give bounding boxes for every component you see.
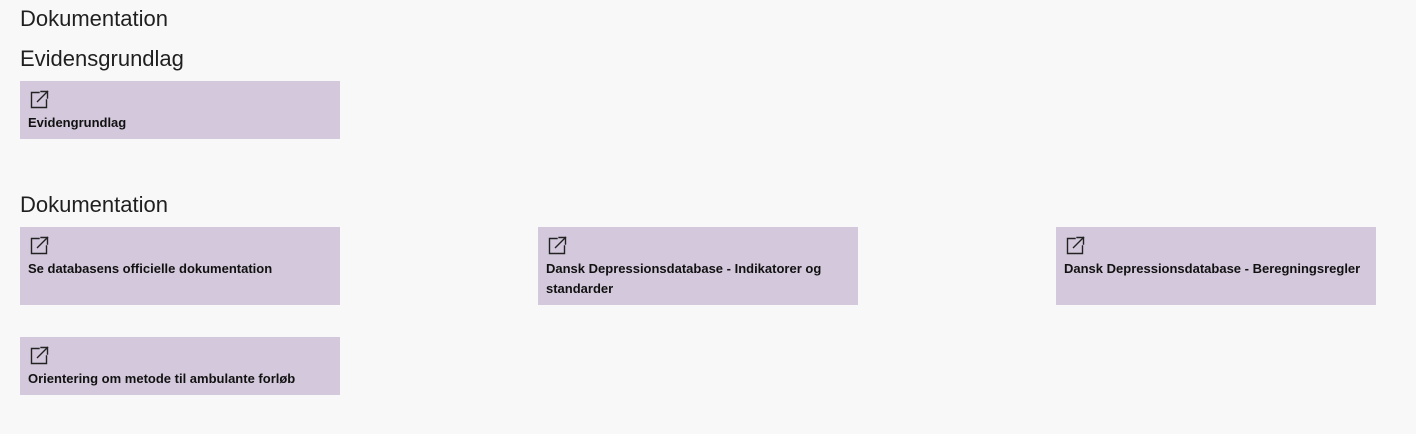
tile-label: Dansk Depressionsdatabase - Beregningsre… xyxy=(1064,261,1361,276)
page-title: Dokumentation xyxy=(20,6,168,31)
external-link-icon xyxy=(28,235,50,257)
tile-evidengrundlag[interactable]: Evidengrundlag xyxy=(20,81,340,139)
tile-label: Dansk Depressionsdatabase - Indikatorer … xyxy=(546,261,822,296)
tile-ambulante-forloeb[interactable]: Orientering om metode til ambulante forl… xyxy=(20,337,340,395)
section-title-evidensgrundlag: Evidensgrundlag xyxy=(20,46,184,71)
tile-beregningsregler[interactable]: Dansk Depressionsdatabase - Beregningsre… xyxy=(1056,227,1376,305)
external-link-icon xyxy=(546,235,568,257)
tile-label: Se databasens officielle dokumentation xyxy=(28,261,273,276)
section-title-dokumentation: Dokumentation xyxy=(20,192,168,217)
tile-label: Evidengrundlag xyxy=(28,115,127,130)
external-link-icon xyxy=(28,89,50,111)
tile-officiel-dokumentation[interactable]: Se databasens officielle dokumentation xyxy=(20,227,340,305)
tile-indikatorer-og-standarder[interactable]: Dansk Depressionsdatabase - Indikatorer … xyxy=(538,227,858,305)
external-link-icon xyxy=(1064,235,1086,257)
external-link-icon xyxy=(28,345,50,367)
tile-label: Orientering om metode til ambulante forl… xyxy=(28,371,296,386)
